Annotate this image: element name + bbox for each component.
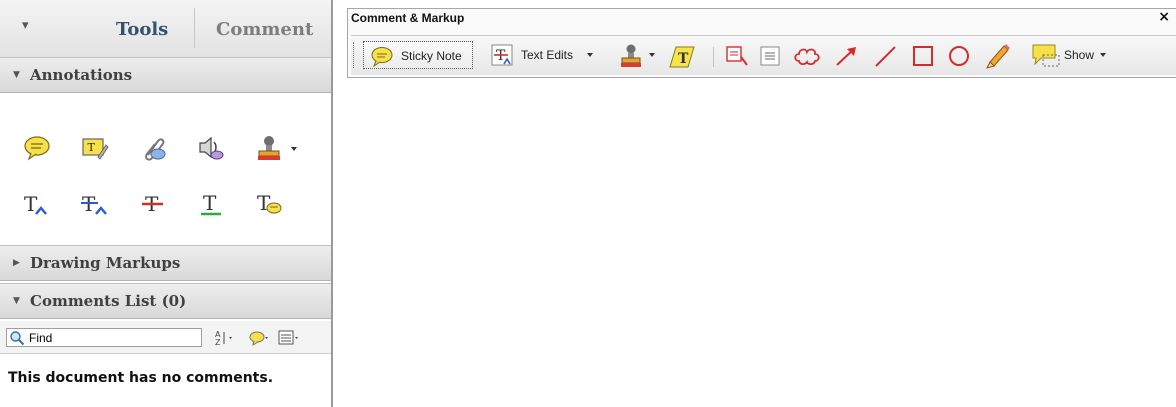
arrow-icon[interactable] [834,44,860,68]
stamp-dropdown-icon[interactable] [649,53,655,57]
sticky-note-button[interactable]: Sticky Note [363,41,473,69]
svg-text:T: T [678,51,689,67]
rectangle-icon[interactable] [911,44,935,68]
sticky-note-icon[interactable] [22,133,52,163]
toolbar-strip: Sticky Note T Text Edits T Show [351,35,1176,75]
comment-markup-toolbar: Comment & Markup × Sticky Note T Text Ed… [347,8,1176,78]
section-comments-list[interactable]: ▼ Comments List (0) [0,283,331,319]
comment-panel: ▾ Tools Comment ▼ Annotations T T T T T … [0,0,333,407]
stamp-icon[interactable] [618,43,644,69]
sort-az-icon[interactable]: A Z [214,329,236,347]
collapsed-triangle-icon: ▶ [13,258,20,268]
line-icon[interactable] [873,44,899,68]
add-note-to-text-icon[interactable] [725,45,749,67]
text-comment-icon[interactable]: T [254,189,284,219]
expanded-triangle-icon: ▼ [13,70,20,80]
section-drawing-markups-label: Drawing Markups [30,254,181,272]
close-icon[interactable]: × [1158,9,1170,25]
tab-tools[interactable]: Tools [116,19,168,40]
comment-options-icon[interactable] [278,329,300,347]
show-button[interactable]: Show [1019,41,1176,69]
text-edits-dropdown-icon [587,53,593,57]
tab-divider [194,8,195,48]
find-input[interactable] [29,329,197,346]
section-annotations-label: Annotations [30,66,133,84]
section-drawing-markups[interactable]: ▶ Drawing Markups [0,245,331,281]
svg-text:T: T [88,141,96,154]
pencil-icon[interactable] [984,42,1012,70]
annotation-tools: T T T T T [0,97,331,245]
svg-text:Z: Z [215,338,221,347]
svg-text:T: T [496,48,506,64]
text-box-icon[interactable]: T [80,133,110,163]
toolbar-grip[interactable] [353,42,356,68]
stamp-dropdown-icon[interactable] [291,147,297,151]
sticky-note-icon [371,47,393,67]
text-edits-icon: T [491,44,513,66]
tab-comment[interactable]: Comment [216,19,313,40]
text-edits-label: Text Edits [521,48,574,62]
toolbar-title: Comment & Markup [351,11,465,25]
sticky-note-label: Sticky Note [401,49,462,63]
toolbar-divider [713,47,714,67]
section-comments-list-label: Comments List (0) [30,292,187,310]
comments-find-bar: A Z [0,321,331,354]
no-comments-message: This document has no comments. [8,370,274,386]
insert-text-icon[interactable]: T [22,189,52,219]
show-label: Show [1064,48,1095,62]
show-dropdown-icon [1100,53,1106,57]
attach-file-icon[interactable] [138,133,168,163]
replace-text-icon[interactable]: T [80,189,110,219]
panel-tab-bar: ▾ Tools Comment [0,0,331,58]
underline-icon[interactable]: T [196,189,226,219]
svg-text:T: T [203,191,217,215]
stamp-icon[interactable] [254,133,284,163]
expanded-triangle-icon: ▼ [13,296,20,306]
search-icon [10,331,25,346]
section-annotations[interactable]: ▼ Annotations [0,57,331,93]
find-field[interactable] [6,328,202,347]
text-edits-button[interactable]: T Text Edits [491,41,603,69]
oval-icon[interactable] [947,44,971,68]
strikethrough-icon[interactable]: T [138,189,168,219]
show-comments-icon [1032,44,1060,67]
panel-menu-icon[interactable]: ▾ [22,18,29,33]
cloud-icon[interactable] [793,45,821,67]
text-box-icon[interactable] [759,45,781,67]
record-audio-icon[interactable] [196,133,226,163]
filter-comments-icon[interactable] [249,329,271,347]
highlight-text-icon[interactable]: T [668,43,696,69]
